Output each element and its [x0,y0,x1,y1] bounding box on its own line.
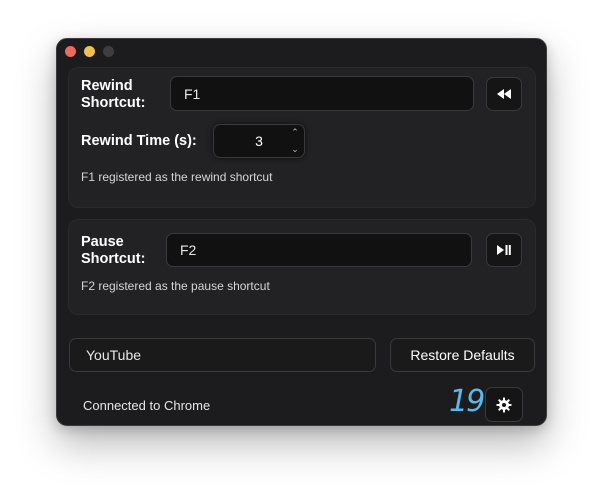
pause-shortcut-field[interactable]: F2 [166,233,472,267]
rewind-status-text: F1 registered as the rewind shortcut [81,170,273,184]
stepper-down-icon[interactable]: ⌄ [291,144,299,155]
zoom-window-button[interactable] [103,46,114,57]
rewind-time-value: 3 [255,133,263,149]
gear-icon [496,397,512,413]
restore-defaults-button[interactable]: Restore Defaults [390,338,535,372]
badge-number: 19 [449,384,485,419]
rewind-time-label: Rewind Time (s): [81,133,197,149]
rewind-icon [497,89,511,99]
settings-button[interactable] [485,387,523,422]
minimize-window-button[interactable] [84,46,95,57]
play-pause-button[interactable] [486,233,522,267]
pause-shortcut-label: Pause Shortcut: [81,234,146,267]
play-pause-icon [497,245,511,255]
app-window: Rewind Shortcut: F1 Rewind Time (s): 3 ⌃… [56,38,547,426]
close-window-button[interactable] [65,46,76,57]
stepper-up-icon[interactable]: ⌃ [291,127,299,138]
rewind-shortcut-label: Rewind Shortcut: [81,78,146,111]
rewind-shortcut-field[interactable]: F1 [170,76,474,111]
site-field[interactable]: YouTube [69,338,376,372]
pause-status-text: F2 registered as the pause shortcut [81,279,270,293]
rewind-time-stepper[interactable]: 3 ⌃ ⌄ [213,124,305,158]
connection-status: Connected to Chrome [83,398,211,413]
rewind-button[interactable] [486,77,522,111]
